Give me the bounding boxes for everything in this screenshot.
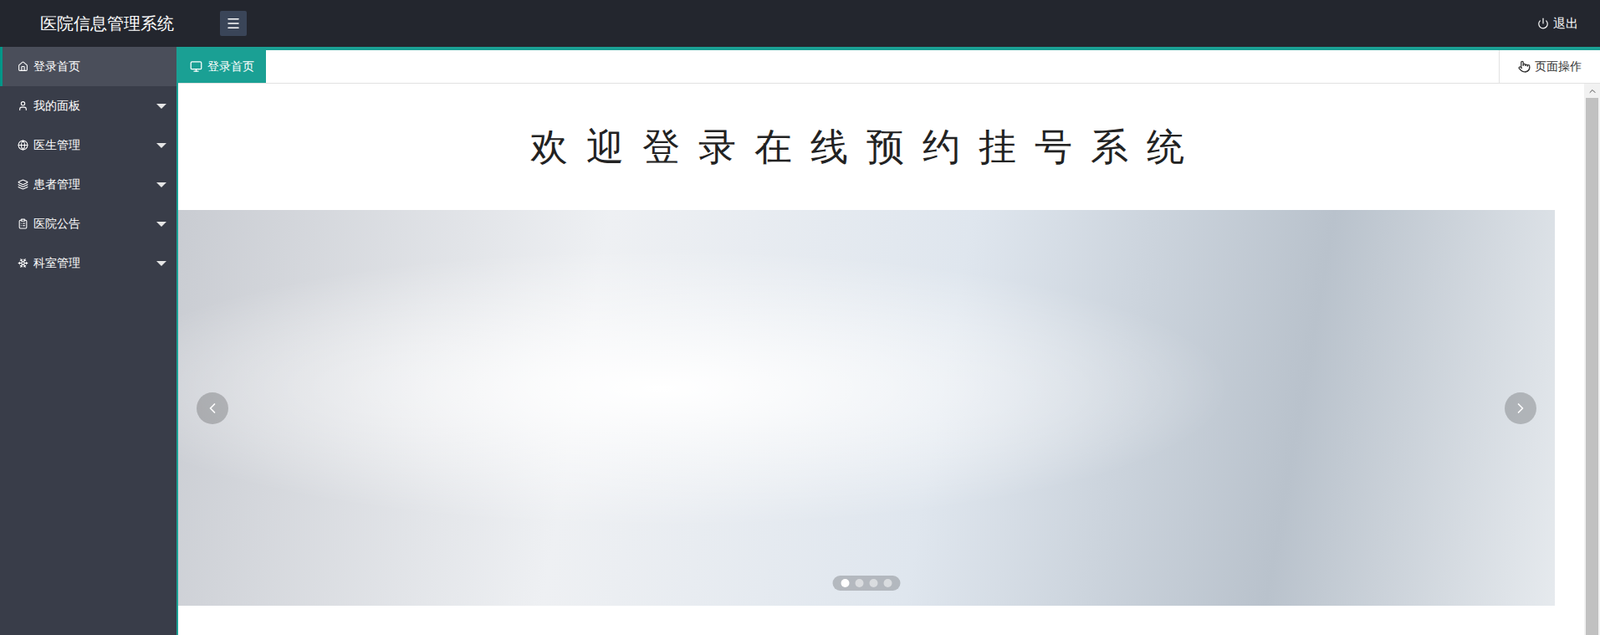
content: 欢迎登录在线预约挂号系统 bbox=[178, 83, 1585, 635]
carousel-dot[interactable] bbox=[869, 578, 879, 588]
sidebar-item[interactable]: 医生管理 bbox=[0, 125, 177, 165]
scroll-thumb[interactable] bbox=[1585, 97, 1599, 635]
hand-pointer-icon bbox=[1518, 60, 1531, 73]
carousel-next-button[interactable] bbox=[1504, 392, 1537, 425]
snowflake-icon bbox=[17, 257, 29, 269]
chevron-right-icon bbox=[1512, 399, 1529, 417]
sidebar-item[interactable]: 科室管理 bbox=[0, 243, 177, 283]
menu-button[interactable] bbox=[219, 10, 247, 36]
caret-icon bbox=[156, 221, 167, 227]
carousel-dot[interactable] bbox=[884, 578, 893, 588]
scrollbar[interactable] bbox=[1584, 83, 1600, 635]
page-actions-button[interactable]: 页面操作 bbox=[1498, 50, 1600, 83]
sidebar-item[interactable]: 我的面板 bbox=[0, 86, 177, 126]
menu-icon bbox=[225, 15, 241, 31]
logout-button[interactable]: 退出 bbox=[1535, 12, 1580, 36]
home-icon bbox=[17, 61, 29, 72]
brand-title: 医院信息管理系统 bbox=[40, 12, 220, 36]
tab-bar: 登录首页 页面操作 bbox=[178, 50, 1600, 84]
layers-icon bbox=[17, 178, 29, 190]
welcome-title: 欢迎登录在线预约挂号系统 bbox=[178, 83, 1555, 210]
caret-icon bbox=[156, 143, 167, 149]
sidebar-item[interactable]: 患者管理 bbox=[0, 164, 177, 205]
sidebar-item[interactable]: 医院公告 bbox=[0, 204, 177, 244]
top-bar: 医院信息管理系统 退出 bbox=[0, 0, 1600, 47]
monitor-icon bbox=[189, 60, 203, 73]
caret-icon bbox=[156, 103, 167, 109]
sidebar: 登录首页我的面板医生管理患者管理医院公告科室管理 bbox=[0, 46, 177, 635]
globe-icon bbox=[17, 139, 29, 151]
power-icon bbox=[1537, 17, 1549, 30]
sidebar-item[interactable]: 登录首页 bbox=[0, 46, 177, 87]
carousel-dot[interactable] bbox=[855, 578, 864, 588]
main-panel: 登录首页 页面操作欢迎登录在线预约挂号系统 bbox=[176, 46, 1600, 635]
caret-icon bbox=[156, 182, 167, 188]
carousel-dot[interactable] bbox=[841, 578, 850, 588]
chevron-up-icon bbox=[1587, 86, 1598, 97]
carousel bbox=[178, 209, 1555, 606]
app: 医院信息管理系统退出登录首页我的面板医生管理患者管理医院公告科室管理登录首页页面… bbox=[0, 0, 1600, 635]
clipboard-icon bbox=[17, 218, 29, 230]
chevron-left-icon bbox=[204, 399, 221, 417]
tab[interactable]: 登录首页 bbox=[178, 50, 266, 83]
caret-icon bbox=[156, 260, 167, 266]
user-icon bbox=[17, 100, 29, 112]
carousel-indicators bbox=[833, 575, 901, 591]
carousel-prev-button[interactable] bbox=[196, 392, 229, 425]
scroll-up-button[interactable] bbox=[1584, 83, 1600, 98]
